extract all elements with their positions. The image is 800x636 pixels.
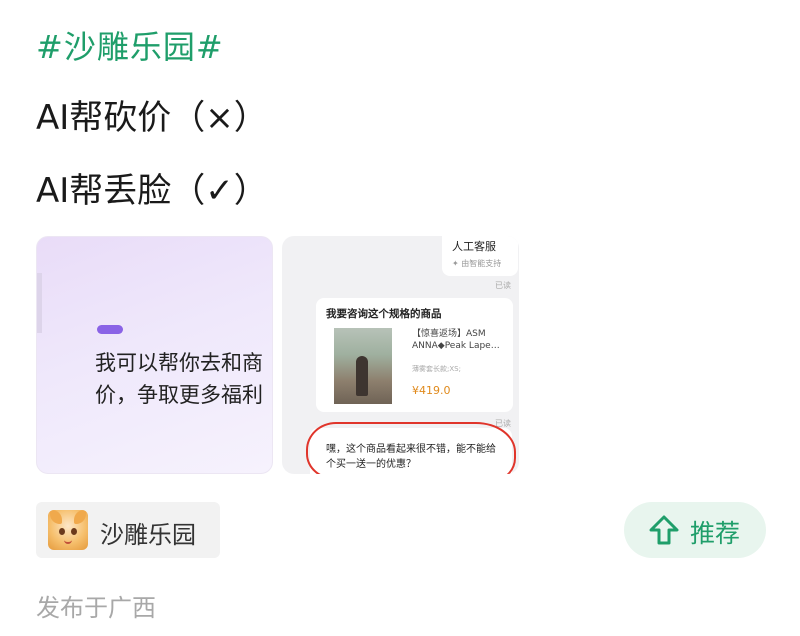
ai-reply-text: 我可以帮你去和商 价，争取更多福利 bbox=[95, 347, 272, 411]
image-thumbnail-2[interactable]: 人工客服 ✦ 由智能支持 已读 我要咨询这个规格的商品 【惊喜返场】ASM AN… bbox=[282, 236, 519, 474]
post: #沙雕乐园# AI帮砍价（×） AI帮丢脸（✓） 我可以帮你去和商 价，争取更多… bbox=[0, 0, 800, 636]
purple-pill-icon bbox=[97, 325, 123, 334]
arrow-up-outline-icon bbox=[649, 515, 679, 545]
image-grid: 我可以帮你去和商 价，争取更多福利 人工客服 ✦ 由智能支持 已读 我要咨询这个… bbox=[36, 236, 520, 474]
decorative-tab bbox=[37, 273, 42, 333]
post-location: 发布于广西 bbox=[36, 594, 156, 622]
product-card: 我要咨询这个规格的商品 【惊喜返场】ASM ANNA◆Peak Lape… 薄雾… bbox=[316, 298, 513, 412]
topic-chip-label: 沙雕乐园 bbox=[100, 521, 196, 549]
service-header-bubble: 人工客服 ✦ 由智能支持 bbox=[442, 236, 518, 276]
service-title: 人工客服 bbox=[452, 240, 496, 253]
chat-message-text: 嘿，这个商品看起来很不错，能不能给个买一送一的优惠？ bbox=[326, 444, 496, 470]
ai-reply-line-2: 价，争取更多福利 bbox=[95, 383, 263, 407]
recommend-button[interactable]: 推荐 bbox=[624, 502, 766, 558]
product-photo bbox=[334, 328, 392, 404]
avatar-mouth bbox=[64, 538, 72, 544]
avatar-ear-right bbox=[74, 510, 86, 524]
recommend-label: 推荐 bbox=[690, 519, 741, 548]
read-receipt: 已读 bbox=[495, 281, 511, 290]
ai-reply-line-1: 我可以帮你去和商 bbox=[95, 351, 263, 375]
image-thumbnail-1[interactable]: 我可以帮你去和商 价，争取更多福利 bbox=[36, 236, 273, 474]
post-text-line-2: AI帮丢脸（✓） bbox=[36, 171, 268, 211]
avatar-eye-left bbox=[59, 528, 65, 535]
product-card-title: 我要咨询这个规格的商品 bbox=[326, 308, 442, 320]
product-spec: 薄雾套长款;XS; bbox=[412, 365, 461, 373]
product-name: 【惊喜返场】ASM ANNA◆Peak Lape… bbox=[412, 329, 500, 351]
service-subtitle: ✦ 由智能支持 bbox=[452, 259, 502, 268]
avatar-ear-left bbox=[50, 510, 62, 524]
topic-chip[interactable]: 沙雕乐园 bbox=[36, 502, 220, 558]
hashtag-link[interactable]: #沙雕乐园# bbox=[36, 22, 224, 68]
person-figure bbox=[356, 356, 368, 396]
cartoon-cat-avatar-icon bbox=[48, 510, 88, 550]
avatar-eye-right bbox=[71, 528, 77, 535]
chat-message-bubble: 嘿，这个商品看起来很不错，能不能给个买一送一的优惠？ bbox=[310, 428, 512, 474]
post-text-line-1: AI帮砍价（×） bbox=[36, 98, 268, 138]
product-price: ¥419.0 bbox=[412, 384, 451, 397]
